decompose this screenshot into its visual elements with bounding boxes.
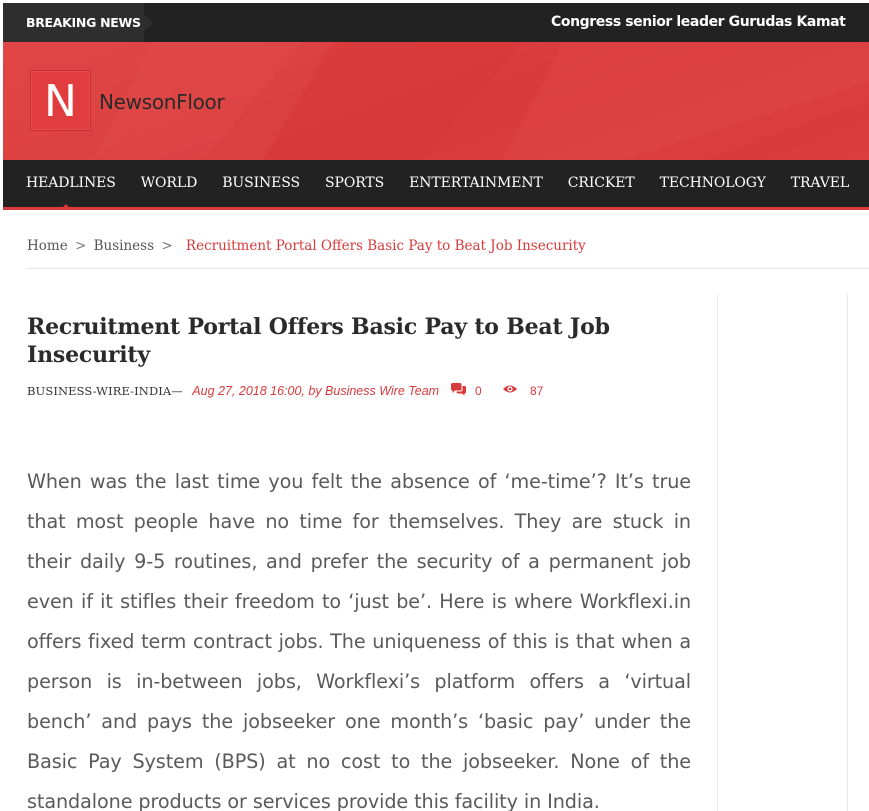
article-body: When was the last time you felt the abse… xyxy=(27,470,691,811)
article-category[interactable]: BUSINESS-WIRE-INDIA xyxy=(27,384,171,398)
nav-item-headlines[interactable]: HEADLINES xyxy=(3,160,128,210)
site-header: N NewsonFloor xyxy=(3,42,869,160)
views-count: 87 xyxy=(530,384,544,398)
breaking-news-ticker[interactable]: Congress senior leader Gurudas Kamat pas… xyxy=(551,3,851,42)
nav-item-cricket[interactable]: CRICKET xyxy=(555,160,647,207)
main-nav: HEADLINES WORLD BUSINESS SPORTS ENTERTAI… xyxy=(3,160,869,210)
breadcrumb-home[interactable]: Home xyxy=(27,238,68,254)
nav-item-sports[interactable]: SPORTS xyxy=(313,160,397,207)
nav-item-technology[interactable]: TECHNOLOGY xyxy=(647,160,778,207)
breadcrumb-business[interactable]: Business xyxy=(94,238,154,254)
breaking-news-label: BREAKING NEWS xyxy=(3,3,154,42)
nav-item-business[interactable]: BUSINESS xyxy=(210,160,313,207)
nav-item-entertainment[interactable]: ENTERTAINMENT xyxy=(397,160,556,207)
breadcrumb-current: Recruitment Portal Offers Basic Pay to B… xyxy=(185,238,586,254)
sidebar-right-divider xyxy=(847,294,848,811)
nav-item-travel[interactable]: TRAVEL xyxy=(778,160,861,207)
site-logo[interactable]: N xyxy=(30,70,91,131)
article-date-author: Aug 27, 2018 16:00, by Business Wire Tea… xyxy=(192,384,440,398)
article-meta: BUSINESS-WIRE-INDIA— Aug 27, 2018 16:00,… xyxy=(27,382,543,400)
comments-count: 0 xyxy=(475,384,482,398)
nav-list: HEADLINES WORLD BUSINESS SPORTS ENTERTAI… xyxy=(3,160,862,210)
breadcrumb-separator: > xyxy=(75,238,87,254)
content-sidebar-divider xyxy=(717,294,718,811)
eye-icon xyxy=(502,382,518,401)
comments-icon[interactable] xyxy=(450,382,467,402)
meta-dash: — xyxy=(171,384,183,398)
article-title: Recruitment Portal Offers Basic Pay to B… xyxy=(27,314,610,368)
breadcrumb-separator: > xyxy=(161,238,173,254)
nav-item-world[interactable]: WORLD xyxy=(128,160,209,207)
breadcrumb-divider xyxy=(27,268,869,269)
breaking-news-bar: BREAKING NEWS Congress senior leader Gur… xyxy=(3,3,869,42)
breadcrumb: Home > Business > Recruitment Portal Off… xyxy=(27,238,586,254)
site-name[interactable]: NewsonFloor xyxy=(99,90,225,114)
